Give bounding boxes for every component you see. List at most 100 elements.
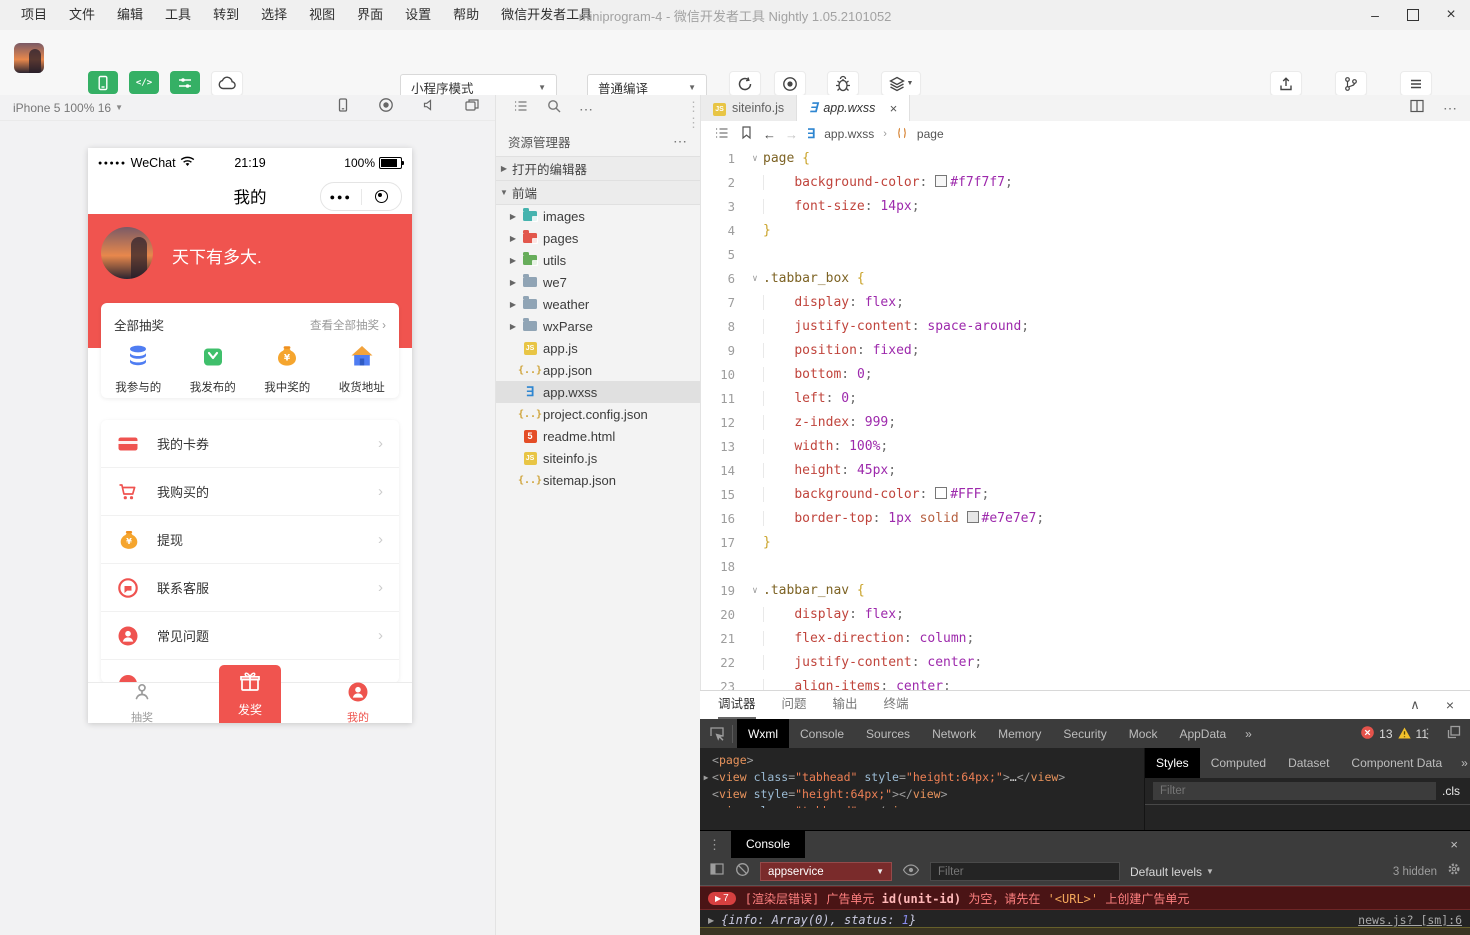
code-line[interactable]: 21 flex-direction: column;	[701, 627, 1470, 651]
code-line[interactable]: 12 z-index: 999;	[701, 411, 1470, 435]
debugger-strip-tab-输出[interactable]: 输出	[833, 691, 858, 719]
menu-row-常见问题[interactable]: 常见问题›	[101, 611, 399, 659]
settings-gear-icon[interactable]	[1447, 862, 1461, 881]
styles-tab-Component Data[interactable]: Component Data	[1340, 748, 1453, 778]
inspect-element-icon[interactable]	[708, 725, 726, 743]
devtools-tab-Sources[interactable]: Sources	[855, 719, 921, 749]
code-line[interactable]: 15 background-color: #FFF;	[701, 483, 1470, 507]
styles-filter-input[interactable]	[1153, 782, 1436, 800]
close-panel-icon[interactable]: ×	[1446, 697, 1454, 713]
multi-window-icon[interactable]	[464, 97, 480, 118]
file-row-app.json[interactable]: {..}app.json	[496, 359, 700, 381]
menu-item-微信开发者工具[interactable]: 微信开发者工具	[490, 0, 603, 30]
view-all-lottery-link[interactable]: 查看全部抽奖 ›	[310, 317, 386, 333]
console-warning-row-partial[interactable]	[700, 927, 1470, 935]
repeat-count-badge[interactable]: ▶7	[708, 892, 736, 905]
code-line[interactable]: 16 border-top: 1px solid #e7e7e7;	[701, 507, 1470, 531]
device-select[interactable]: iPhone 5 100% 16	[13, 101, 111, 115]
more-icon[interactable]: ⋯	[673, 136, 688, 146]
menu-item-转到[interactable]: 转到	[202, 0, 250, 30]
minimize-icon[interactable]: –	[1356, 0, 1394, 30]
file-row-wxParse[interactable]: ▶wxParse	[496, 315, 700, 337]
menu-item-视图[interactable]: 视图	[298, 0, 346, 30]
more-icon[interactable]: ⋯	[1443, 103, 1458, 113]
clear-console-icon[interactable]	[735, 862, 750, 882]
file-row-sitemap.json[interactable]: {..}sitemap.json	[496, 469, 700, 491]
styles-tab-Computed[interactable]: Computed	[1200, 748, 1277, 778]
undock-icon[interactable]	[1446, 724, 1462, 745]
color-swatch[interactable]	[935, 487, 947, 499]
menu-item-帮助[interactable]: 帮助	[442, 0, 490, 30]
expand-caret-icon[interactable]: ▶	[708, 916, 714, 925]
menu-item-项目[interactable]: 项目	[10, 0, 58, 30]
file-row-readme.html[interactable]: 5readme.html	[496, 425, 700, 447]
cls-toggle[interactable]: .cls	[1442, 784, 1460, 798]
explorer-section-前端[interactable]: ▼前端	[496, 181, 700, 205]
breadcrumb-file[interactable]: app.wxss	[824, 127, 874, 141]
close-console-icon[interactable]: ×	[1450, 837, 1458, 852]
menu-row-联系客服[interactable]: 联系客服›	[101, 563, 399, 611]
code-line[interactable]: 22 justify-content: center;	[701, 651, 1470, 675]
kebab-menu-icon[interactable]: ⋮	[708, 837, 721, 853]
menu-item-工具[interactable]: 工具	[154, 0, 202, 30]
devtools-tab-Mock[interactable]: Mock	[1118, 719, 1169, 749]
menu-item-文件[interactable]: 文件	[58, 0, 106, 30]
more-tabs-icon[interactable]: »	[1237, 727, 1260, 741]
forward-arrow-icon[interactable]: →	[785, 127, 798, 142]
wxml-node[interactable]: <page>	[700, 752, 1144, 769]
color-swatch[interactable]	[935, 175, 947, 187]
avatar[interactable]	[14, 43, 44, 73]
mute-icon[interactable]	[421, 97, 437, 118]
file-row-app.wxss[interactable]: ∃app.wxss	[496, 381, 700, 403]
back-arrow-icon[interactable]: ←	[763, 127, 776, 142]
expand-caret-icon[interactable]: ▶	[700, 803, 712, 808]
outline-icon[interactable]	[513, 98, 529, 119]
devtools-tab-AppData[interactable]: AppData	[1168, 719, 1237, 749]
file-row-utils[interactable]: ▶utils	[496, 249, 700, 271]
code-line[interactable]: 10 bottom: 0;	[701, 363, 1470, 387]
more-icon[interactable]: ⋯	[579, 104, 594, 114]
more-actions-button[interactable]: ●●●	[321, 192, 361, 202]
code-line[interactable]: 5	[701, 243, 1470, 267]
file-row-images[interactable]: ▶images	[496, 205, 700, 227]
fold-chevron-icon[interactable]: ∨	[747, 147, 763, 171]
explorer-section-打开的编辑器[interactable]: ▶打开的编辑器	[496, 156, 700, 181]
editor-tab-siteinfo.js[interactable]: JSsiteinfo.js	[701, 95, 797, 121]
code-line[interactable]: 8 justify-content: space-around;	[701, 315, 1470, 339]
debugger-strip-tab-调试器[interactable]: 调试器	[718, 691, 756, 719]
bookmark-icon[interactable]	[739, 125, 754, 143]
live-expression-icon[interactable]	[902, 863, 920, 881]
console-filter-input[interactable]	[930, 862, 1120, 881]
fold-chevron-icon[interactable]: ∨	[747, 579, 763, 603]
styles-tab-Dataset[interactable]: Dataset	[1277, 748, 1340, 778]
tabbar-item-我的[interactable]: 我的	[304, 683, 412, 723]
file-row-we7[interactable]: ▶we7	[496, 271, 700, 293]
split-editor-icon[interactable]	[1409, 98, 1425, 119]
error-count-icon[interactable]	[1361, 726, 1374, 742]
code-line[interactable]: 4}	[701, 219, 1470, 243]
panel-splitter-handle[interactable]: ⋮⋮	[687, 99, 700, 131]
code-line[interactable]: 1∨page {	[701, 147, 1470, 171]
more-tabs-icon[interactable]: »	[1453, 756, 1470, 770]
log-levels-select[interactable]: Default levels ▼	[1130, 865, 1214, 879]
menu-row-我的卡券[interactable]: 我的卡券›	[101, 420, 399, 467]
file-row-weather[interactable]: ▶weather	[496, 293, 700, 315]
devtools-tab-Memory[interactable]: Memory	[987, 719, 1052, 749]
menu-item-编辑[interactable]: 编辑	[106, 0, 154, 30]
maximize-icon[interactable]	[1394, 0, 1432, 30]
code-line[interactable]: 19∨.tabbar_nav {	[701, 579, 1470, 603]
menu-row-提现[interactable]: ¥提现›	[101, 515, 399, 563]
lottery-item-我发布的[interactable]: 我发布的	[176, 343, 251, 395]
devtools-tab-Wxml[interactable]: Wxml	[737, 719, 789, 749]
expand-caret-icon[interactable]: ▶	[700, 769, 712, 786]
file-row-project.config.json[interactable]: {..}project.config.json	[496, 403, 700, 425]
search-icon[interactable]	[546, 98, 562, 119]
close-miniprogram-button[interactable]	[362, 190, 402, 203]
console-error-row[interactable]: ▶7 [渲染层错误] 广告单元 id(unit-id) 为空，请先在 '<URL…	[700, 886, 1470, 910]
wxml-node[interactable]: ▶<view class="tabhead">…</view>	[700, 803, 1144, 808]
devtools-tab-Console[interactable]: Console	[789, 719, 855, 749]
code-line[interactable]: 18	[701, 555, 1470, 579]
wxml-node[interactable]: <view style="height:64px;"></view>	[700, 786, 1144, 803]
menu-item-界面[interactable]: 界面	[346, 0, 394, 30]
console-tab[interactable]: Console	[731, 831, 805, 858]
